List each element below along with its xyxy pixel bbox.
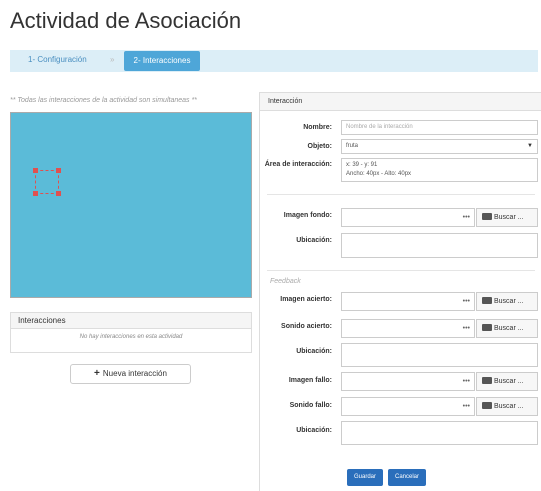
objeto-label: Objeto: xyxy=(307,143,333,150)
interactions-panel-title: Interacciones xyxy=(11,313,251,329)
dots-icon: ••• xyxy=(462,214,470,221)
dots-icon: ••• xyxy=(462,403,470,410)
new-interaction-label: Nueva interacción xyxy=(102,369,167,378)
folder-open-icon xyxy=(482,324,492,331)
folder-open-icon xyxy=(482,297,492,304)
plus-icon: + xyxy=(94,368,100,379)
dots-icon: ••• xyxy=(462,378,470,385)
sonido-acierto-label: Sonido acierto: xyxy=(281,323,332,330)
folder-open-icon xyxy=(482,377,492,384)
sonido-fallo-label: Sonido fallo: xyxy=(289,402,332,409)
dots-icon: ••• xyxy=(462,298,470,305)
imagen-acierto-buscar-button[interactable]: Buscar ... xyxy=(476,292,538,311)
sonido-acierto-buscar-button[interactable]: Buscar ... xyxy=(476,319,538,338)
imagen-fallo-label: Imagen fallo: xyxy=(288,377,332,384)
page-title: Actividad de Asociación xyxy=(10,8,242,33)
activity-canvas[interactable] xyxy=(10,112,252,298)
chevron-down-icon: ▼ xyxy=(527,143,533,149)
area-label: Área de interacción: xyxy=(264,161,332,168)
area-display: x: 39 - y: 91 Ancho: 40px - Alto: 40px xyxy=(341,158,538,182)
nombre-input[interactable]: Nombre de la interacción xyxy=(341,120,538,135)
nombre-label: Nombre: xyxy=(303,124,332,131)
imagen-acierto-input[interactable]: ••• xyxy=(341,292,475,311)
imagen-fondo-buscar-button[interactable]: Buscar ... xyxy=(476,208,538,227)
ubicacion-label: Ubicación: xyxy=(296,237,332,244)
buscar-label: Buscar ... xyxy=(494,214,524,221)
ubicacion-acierto-input[interactable] xyxy=(341,343,538,367)
dots-icon: ••• xyxy=(462,325,470,332)
feedback-heading: Feedback xyxy=(270,278,301,285)
guardar-button[interactable]: Guardar xyxy=(347,469,383,486)
buscar-label: Buscar ... xyxy=(494,325,524,332)
area-size: Ancho: 40px - Alto: 40px xyxy=(346,171,412,177)
imagen-fallo-buscar-button[interactable]: Buscar ... xyxy=(476,372,538,391)
divider xyxy=(267,270,535,271)
folder-open-icon xyxy=(482,213,492,220)
sonido-fallo-input[interactable]: ••• xyxy=(341,397,475,416)
sonido-fallo-buscar-button[interactable]: Buscar ... xyxy=(476,397,538,416)
buscar-label: Buscar ... xyxy=(494,403,524,410)
ubicacion-fallo-input[interactable] xyxy=(341,421,538,445)
buscar-label: Buscar ... xyxy=(494,298,524,305)
ubicacion-label: Ubicación: xyxy=(296,348,332,355)
imagen-acierto-label: Imagen acierto: xyxy=(280,296,332,303)
area-coordinates: x: 39 - y: 91 xyxy=(346,162,378,168)
form-title: Interacción xyxy=(260,93,541,111)
step-configuracion[interactable]: 1- Configuración xyxy=(28,55,87,64)
interaction-area-selection[interactable] xyxy=(33,168,61,196)
imagen-fondo-label: Imagen fondo: xyxy=(283,212,332,219)
sonido-acierto-input[interactable]: ••• xyxy=(341,319,475,338)
imagen-fondo-input[interactable]: ••• xyxy=(341,208,475,227)
resize-handle[interactable] xyxy=(56,191,61,196)
folder-open-icon xyxy=(482,402,492,409)
resize-handle[interactable] xyxy=(33,191,38,196)
resize-handle[interactable] xyxy=(33,168,38,173)
buscar-label: Buscar ... xyxy=(494,378,524,385)
step-interacciones[interactable]: 2- Interacciones xyxy=(124,51,200,71)
step-separator: » xyxy=(110,55,115,64)
imagen-fallo-input[interactable]: ••• xyxy=(341,372,475,391)
interactions-empty-text: No hay interacciones en esta actividad xyxy=(79,334,183,340)
ubicacion-fondo-input[interactable] xyxy=(341,233,538,258)
new-interaction-button[interactable]: + Nueva interacción xyxy=(70,364,191,384)
objeto-value: fruta xyxy=(346,143,359,149)
interactions-panel: Interacciones No hay interacciones en es… xyxy=(10,312,252,353)
resize-handle[interactable] xyxy=(56,168,61,173)
cancelar-button[interactable]: Cancelar xyxy=(388,469,426,486)
divider xyxy=(267,194,535,195)
objeto-select[interactable]: fruta ▼ xyxy=(341,139,538,154)
simultaneous-note: ** Todas las interacciones de la activid… xyxy=(10,97,197,104)
wizard-steps: 1- Configuración » 2- Interacciones xyxy=(10,50,538,72)
ubicacion-label: Ubicación: xyxy=(296,427,332,434)
